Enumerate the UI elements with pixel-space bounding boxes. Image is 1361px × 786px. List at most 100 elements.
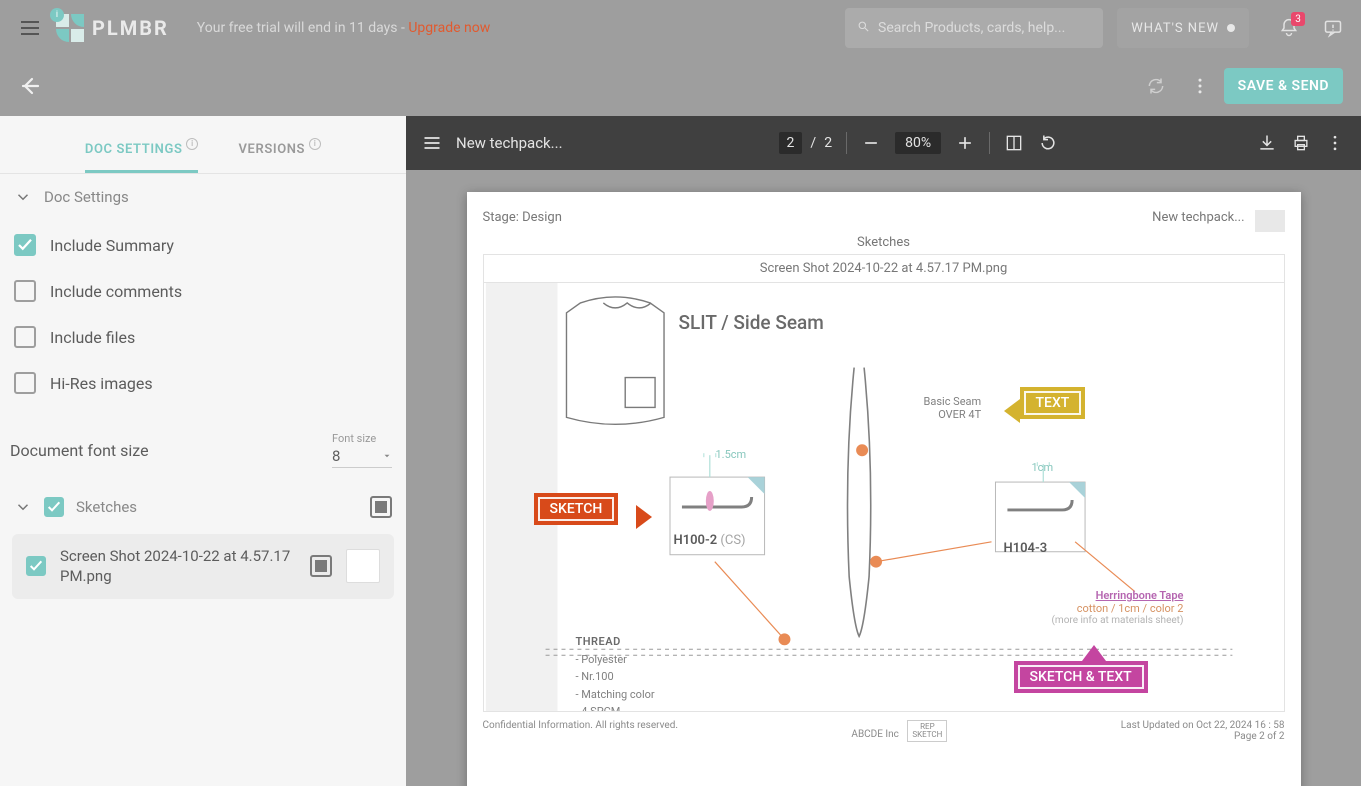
top-app-bar: i PLMBR Your free trial will end in 11 d… (0, 0, 1361, 56)
art-herringbone-title: Herringbone Tape (1052, 589, 1184, 602)
art-herringbone-sub: cotton / 1cm / color 2 (1052, 602, 1184, 615)
zoom-in-icon[interactable] (955, 133, 975, 153)
page-footer: Confidential Information. All rights res… (483, 720, 1285, 742)
art-thread-item: - Polyester (576, 651, 655, 669)
menu-icon[interactable] (18, 16, 42, 40)
option-label: Include Summary (50, 236, 174, 255)
callout-sketch-text: SKETCH & TEXT (1014, 661, 1148, 693)
dropdown-caret-icon (382, 447, 392, 465)
option-hires-images[interactable]: Hi-Res images (14, 360, 392, 406)
art-thread-item: - Nr.100 (576, 668, 655, 686)
tab-doc-settings[interactable]: DOC SETTINGS i (85, 142, 199, 173)
option-include-summary[interactable]: Include Summary (14, 222, 392, 268)
more-vert-icon[interactable] (1325, 133, 1345, 153)
art-h1002: H100-2 (674, 533, 718, 548)
notifications-icon[interactable]: 3 (1279, 18, 1299, 38)
fit-page-icon[interactable] (1004, 133, 1024, 153)
pdf-toolbar: New techpack... 2 / 2 80% (406, 116, 1361, 170)
sketch-thumbnail (346, 549, 380, 583)
art-thread-title: THREAD (576, 633, 655, 651)
sketches-label: Sketches (76, 498, 137, 516)
zoom-out-icon[interactable] (861, 133, 881, 153)
callout-text-label: TEXT (1036, 395, 1070, 411)
whats-new-label: WHAT'S NEW (1131, 21, 1219, 36)
layout-mode-icon[interactable] (310, 555, 332, 577)
art-dim-15: 1.5cm (716, 448, 747, 461)
search-box[interactable] (845, 8, 1103, 48)
checkbox-icon[interactable] (44, 497, 64, 517)
option-include-files[interactable]: Include files (14, 314, 392, 360)
sidebar-tabs: DOC SETTINGS i VERSIONS i (0, 116, 406, 174)
pdf-canvas[interactable]: Stage: Design New techpack... Sketches S… (406, 170, 1361, 786)
divider (846, 132, 847, 154)
download-icon[interactable] (1257, 133, 1277, 153)
zoom-level[interactable]: 80% (895, 132, 941, 154)
chevron-down-icon (14, 498, 32, 516)
divider (989, 132, 990, 154)
art-thread-block: THREAD - Polyester - Nr.100 - Matching c… (576, 633, 655, 712)
page-corner-chip (1255, 210, 1285, 232)
pdf-title: New techpack... (456, 134, 563, 152)
callout-sketch-label: SKETCH (550, 501, 603, 517)
trial-prefix: Your free trial will end in 11 days (197, 20, 401, 36)
callout-sketch: SKETCH (534, 493, 619, 525)
page-sep: / (810, 135, 816, 151)
save-send-button[interactable]: SAVE & SEND (1224, 68, 1343, 104)
brand-logo[interactable]: i PLMBR (56, 14, 169, 42)
feedback-icon[interactable] (1323, 18, 1343, 38)
info-icon: i (186, 138, 198, 150)
upgrade-link[interactable]: Upgrade now (408, 20, 490, 36)
art-dim-1: 1cm (1032, 461, 1054, 474)
refresh-icon[interactable] (1146, 76, 1166, 96)
option-include-comments[interactable]: Include comments (14, 268, 392, 314)
trial-banner: Your free trial will end in 11 days - Up… (197, 20, 490, 36)
sketch-file-item[interactable]: Screen Shot 2024-10-22 at 4.57.17 PM.png (12, 534, 394, 599)
tab-doc-settings-label: DOC SETTINGS (85, 142, 183, 157)
callout-sketch-arrow (636, 505, 652, 529)
option-label: Include files (50, 328, 135, 347)
search-input[interactable] (878, 20, 1091, 36)
layout-mode-icon[interactable] (370, 496, 392, 518)
art-heading: SLIT / Side Seam (679, 311, 824, 334)
whats-new-dot-icon (1227, 24, 1235, 32)
info-badge-icon: i (50, 8, 64, 22)
font-size-value: 8 (332, 447, 340, 465)
pdf-page: Stage: Design New techpack... Sketches S… (467, 192, 1301, 786)
art-h1043: H104-3 (1004, 541, 1048, 556)
rotate-icon[interactable] (1038, 133, 1058, 153)
doc-settings-section-header[interactable]: Doc Settings (0, 174, 406, 216)
page-company: ABCDE Inc REP SKETCH (851, 720, 947, 742)
page-current-input[interactable]: 2 (779, 132, 803, 154)
checkbox-icon[interactable] (26, 556, 46, 576)
checkbox-icon[interactable] (14, 280, 36, 302)
art-basic-seam-line1: Basic Seam (924, 395, 982, 408)
callout-text-arrow (1004, 399, 1020, 423)
font-size-select[interactable]: Font size 8 (332, 432, 392, 468)
back-arrow-icon[interactable] (18, 74, 42, 98)
more-vert-icon[interactable] (1190, 76, 1210, 96)
page-stage: Stage: Design (483, 210, 562, 225)
checkbox-icon[interactable] (14, 326, 36, 348)
info-icon: i (309, 138, 321, 150)
page-updated: Last Updated on Oct 22, 2024 16 : 58 (1121, 720, 1285, 731)
option-label: Hi-Res images (50, 374, 153, 393)
checkbox-icon[interactable] (14, 372, 36, 394)
brand-text: PLMBR (92, 16, 169, 40)
sketch-file-name: Screen Shot 2024-10-22 at 4.57.17 PM.png (60, 546, 296, 587)
tab-versions-label: VERSIONS (238, 142, 305, 157)
whats-new-button[interactable]: WHAT'S NEW (1117, 8, 1249, 48)
art-thread-item: - Matching color (576, 686, 655, 704)
art-basic-seam: Basic Seam OVER 4T (924, 395, 982, 421)
art-herringbone-note: (more info at materials sheet) (1052, 615, 1184, 626)
page-company-name: ABCDE Inc (851, 729, 898, 740)
print-icon[interactable] (1291, 133, 1311, 153)
checkbox-icon[interactable] (14, 234, 36, 256)
tab-versions[interactable]: VERSIONS i (238, 142, 321, 173)
sketches-section-header[interactable]: Sketches (0, 478, 406, 526)
font-size-label: Document font size (10, 441, 312, 460)
art-h1002-suffix: (CS) (720, 533, 745, 548)
page-number: Page 2 of 2 (1121, 731, 1285, 742)
font-size-row: Document font size Font size 8 (0, 412, 406, 478)
toolbar-menu-icon[interactable] (422, 133, 442, 153)
page-total: 2 (824, 135, 832, 151)
